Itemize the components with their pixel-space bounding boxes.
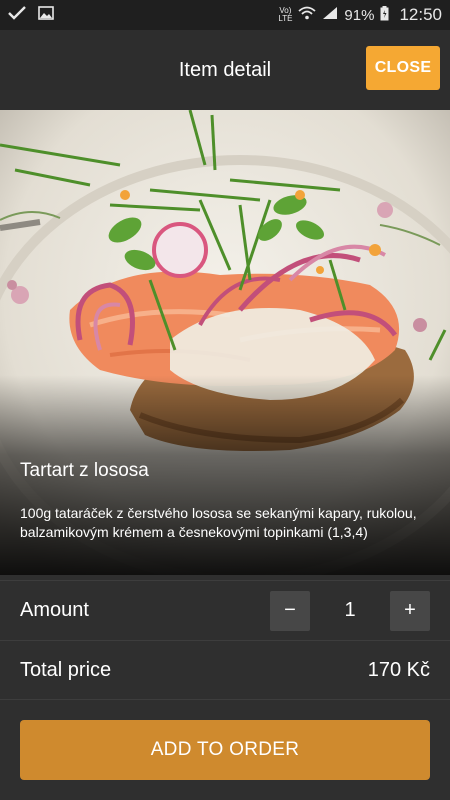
close-button[interactable]: CLOSE: [366, 46, 440, 90]
increase-button[interactable]: +: [390, 590, 430, 631]
lte-indicator: Vo) LTE: [278, 6, 293, 23]
amount-row: Amount − 1 +: [0, 580, 450, 640]
total-price: 170 Kč: [367, 658, 430, 681]
total-label: Total price: [20, 658, 112, 681]
battery-icon: [380, 5, 389, 25]
wifi-icon: [298, 6, 317, 24]
total-row: Total price 170 Kč: [0, 640, 450, 700]
item-description: 100g tataráček z čerstvého lososa se sek…: [20, 505, 417, 540]
app-header: Item detail CLOSE: [0, 30, 450, 110]
quantity-value: 1: [344, 599, 356, 621]
check-icon: [8, 6, 26, 24]
status-bar: Vo) LTE 91% 12:50: [0, 0, 450, 30]
clock: 12:50: [399, 5, 442, 24]
amount-label: Amount: [20, 599, 89, 621]
item-name: Tartart z lososa: [20, 460, 149, 481]
image-icon: [38, 6, 54, 24]
signal-icon: [322, 6, 338, 24]
page-title: Item detail: [178, 58, 272, 81]
quantity-stepper: − 1 +: [270, 590, 430, 631]
decrease-button[interactable]: −: [270, 590, 310, 631]
battery-percent: 91%: [344, 6, 375, 24]
item-hero: Tartart z lososa 100g tataráček z čerstv…: [0, 110, 450, 575]
add-to-order-button[interactable]: ADD TO ORDER: [20, 720, 430, 780]
